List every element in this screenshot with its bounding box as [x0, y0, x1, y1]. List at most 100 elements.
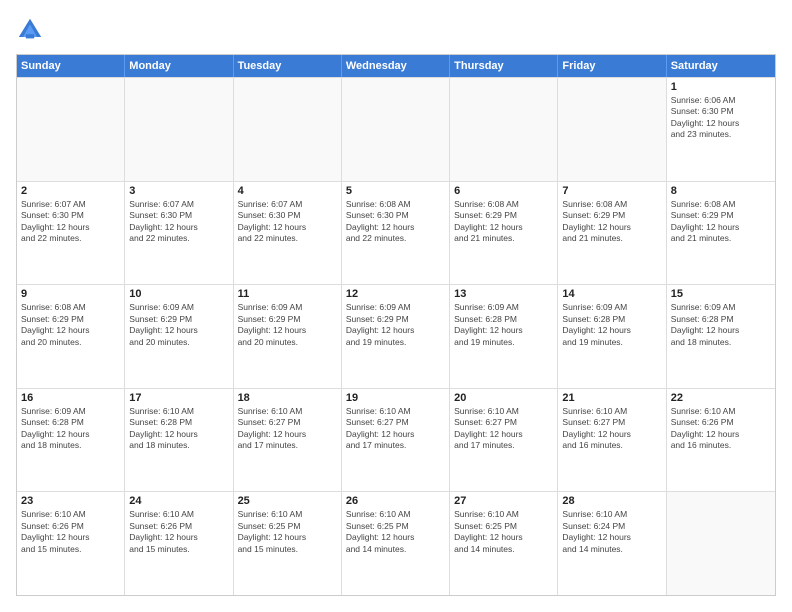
day-number: 16 — [21, 392, 120, 404]
header — [16, 16, 776, 44]
day-number: 18 — [238, 392, 337, 404]
day-number: 2 — [21, 185, 120, 197]
day-info: Sunrise: 6:07 AM Sunset: 6:30 PM Dayligh… — [238, 199, 337, 245]
day-number: 15 — [671, 288, 771, 300]
day-info: Sunrise: 6:10 AM Sunset: 6:28 PM Dayligh… — [129, 406, 228, 452]
cal-cell: 16 Sunrise: 6:09 AM Sunset: 6:28 PM Dayli… — [17, 389, 125, 492]
cal-cell: 17 Sunrise: 6:10 AM Sunset: 6:28 PM Dayli… — [125, 389, 233, 492]
cal-cell: 10 Sunrise: 6:09 AM Sunset: 6:29 PM Dayli… — [125, 285, 233, 388]
day-number: 27 — [454, 495, 553, 507]
day-info: Sunrise: 6:08 AM Sunset: 6:29 PM Dayligh… — [562, 199, 661, 245]
cal-cell: 25 Sunrise: 6:10 AM Sunset: 6:25 PM Dayli… — [234, 492, 342, 595]
day-info: Sunrise: 6:10 AM Sunset: 6:26 PM Dayligh… — [129, 509, 228, 555]
day-number: 5 — [346, 185, 445, 197]
day-info: Sunrise: 6:10 AM Sunset: 6:27 PM Dayligh… — [346, 406, 445, 452]
day-info: Sunrise: 6:10 AM Sunset: 6:26 PM Dayligh… — [21, 509, 120, 555]
cal-cell — [450, 78, 558, 181]
cal-cell: 1 Sunrise: 6:06 AM Sunset: 6:30 PM Daylig… — [667, 78, 775, 181]
cal-cell: 11 Sunrise: 6:09 AM Sunset: 6:29 PM Dayli… — [234, 285, 342, 388]
day-info: Sunrise: 6:09 AM Sunset: 6:28 PM Dayligh… — [454, 302, 553, 348]
header-day-monday: Monday — [125, 55, 233, 77]
cal-cell: 5 Sunrise: 6:08 AM Sunset: 6:30 PM Daylig… — [342, 182, 450, 285]
week-row-3: 16 Sunrise: 6:09 AM Sunset: 6:28 PM Dayli… — [17, 388, 775, 492]
day-info: Sunrise: 6:09 AM Sunset: 6:29 PM Dayligh… — [129, 302, 228, 348]
day-number: 26 — [346, 495, 445, 507]
logo — [16, 16, 48, 44]
day-number: 25 — [238, 495, 337, 507]
day-number: 24 — [129, 495, 228, 507]
day-number: 23 — [21, 495, 120, 507]
cal-cell — [17, 78, 125, 181]
day-number: 11 — [238, 288, 337, 300]
cal-cell: 23 Sunrise: 6:10 AM Sunset: 6:26 PM Dayli… — [17, 492, 125, 595]
calendar: SundayMondayTuesdayWednesdayThursdayFrid… — [16, 54, 776, 596]
day-number: 14 — [562, 288, 661, 300]
day-info: Sunrise: 6:07 AM Sunset: 6:30 PM Dayligh… — [129, 199, 228, 245]
day-number: 1 — [671, 81, 771, 93]
day-number: 9 — [21, 288, 120, 300]
cal-cell: 24 Sunrise: 6:10 AM Sunset: 6:26 PM Dayli… — [125, 492, 233, 595]
cal-cell: 13 Sunrise: 6:09 AM Sunset: 6:28 PM Dayli… — [450, 285, 558, 388]
cal-cell: 18 Sunrise: 6:10 AM Sunset: 6:27 PM Dayli… — [234, 389, 342, 492]
day-number: 19 — [346, 392, 445, 404]
cal-cell: 3 Sunrise: 6:07 AM Sunset: 6:30 PM Daylig… — [125, 182, 233, 285]
day-number: 7 — [562, 185, 661, 197]
cal-cell: 27 Sunrise: 6:10 AM Sunset: 6:25 PM Dayli… — [450, 492, 558, 595]
day-number: 13 — [454, 288, 553, 300]
cal-cell: 8Sunrise: 6:08 AM Sunset: 6:29 PM Daylig… — [667, 182, 775, 285]
week-row-2: 9 Sunrise: 6:08 AM Sunset: 6:29 PM Daylig… — [17, 284, 775, 388]
cal-cell: 14 Sunrise: 6:09 AM Sunset: 6:28 PM Dayli… — [558, 285, 666, 388]
logo-icon — [16, 16, 44, 44]
day-number: 21 — [562, 392, 661, 404]
cal-cell: 21 Sunrise: 6:10 AM Sunset: 6:27 PM Dayli… — [558, 389, 666, 492]
day-number: 10 — [129, 288, 228, 300]
day-info: Sunrise: 6:08 AM Sunset: 6:30 PM Dayligh… — [346, 199, 445, 245]
cal-cell: 7 Sunrise: 6:08 AM Sunset: 6:29 PM Daylig… — [558, 182, 666, 285]
day-info: Sunrise: 6:07 AM Sunset: 6:30 PM Dayligh… — [21, 199, 120, 245]
week-row-4: 23 Sunrise: 6:10 AM Sunset: 6:26 PM Dayli… — [17, 491, 775, 595]
day-info: Sunrise: 6:09 AM Sunset: 6:28 PM Dayligh… — [21, 406, 120, 452]
day-info: Sunrise: 6:08 AM Sunset: 6:29 PM Dayligh… — [21, 302, 120, 348]
cal-cell: 15Sunrise: 6:09 AM Sunset: 6:28 PM Dayli… — [667, 285, 775, 388]
day-number: 4 — [238, 185, 337, 197]
cal-cell — [667, 492, 775, 595]
day-info: Sunrise: 6:09 AM Sunset: 6:29 PM Dayligh… — [346, 302, 445, 348]
day-info: Sunrise: 6:09 AM Sunset: 6:28 PM Dayligh… — [562, 302, 661, 348]
calendar-body: 1 Sunrise: 6:06 AM Sunset: 6:30 PM Daylig… — [17, 77, 775, 595]
day-number: 22 — [671, 392, 771, 404]
day-info: Sunrise: 6:10 AM Sunset: 6:27 PM Dayligh… — [562, 406, 661, 452]
cal-cell — [342, 78, 450, 181]
day-info: Sunrise: 6:10 AM Sunset: 6:24 PM Dayligh… — [562, 509, 661, 555]
day-number: 20 — [454, 392, 553, 404]
day-info: Sunrise: 6:10 AM Sunset: 6:27 PM Dayligh… — [454, 406, 553, 452]
day-info: Sunrise: 6:06 AM Sunset: 6:30 PM Dayligh… — [671, 95, 771, 141]
header-day-friday: Friday — [558, 55, 666, 77]
cal-cell: 19 Sunrise: 6:10 AM Sunset: 6:27 PM Dayli… — [342, 389, 450, 492]
header-day-sunday: Sunday — [17, 55, 125, 77]
day-number: 28 — [562, 495, 661, 507]
cal-cell: 12 Sunrise: 6:09 AM Sunset: 6:29 PM Dayli… — [342, 285, 450, 388]
cal-cell: 20 Sunrise: 6:10 AM Sunset: 6:27 PM Dayli… — [450, 389, 558, 492]
day-info: Sunrise: 6:10 AM Sunset: 6:26 PM Dayligh… — [671, 406, 771, 452]
day-number: 17 — [129, 392, 228, 404]
cal-cell: 22 Sunrise: 6:10 AM Sunset: 6:26 PM Dayli… — [667, 389, 775, 492]
day-info: Sunrise: 6:10 AM Sunset: 6:25 PM Dayligh… — [238, 509, 337, 555]
calendar-header: SundayMondayTuesdayWednesdayThursdayFrid… — [17, 55, 775, 77]
day-info: Sunrise: 6:10 AM Sunset: 6:27 PM Dayligh… — [238, 406, 337, 452]
day-number: 3 — [129, 185, 228, 197]
page: SundayMondayTuesdayWednesdayThursdayFrid… — [0, 0, 792, 612]
day-info: Sunrise: 6:09 AM Sunset: 6:29 PM Dayligh… — [238, 302, 337, 348]
day-number: 6 — [454, 185, 553, 197]
cal-cell: 4 Sunrise: 6:07 AM Sunset: 6:30 PM Daylig… — [234, 182, 342, 285]
week-row-1: 2 Sunrise: 6:07 AM Sunset: 6:30 PM Daylig… — [17, 181, 775, 285]
cal-cell: 9 Sunrise: 6:08 AM Sunset: 6:29 PM Daylig… — [17, 285, 125, 388]
cal-cell — [125, 78, 233, 181]
day-info: Sunrise: 6:08 AM Sunset: 6:29 PM Dayligh… — [454, 199, 553, 245]
header-day-thursday: Thursday — [450, 55, 558, 77]
day-number: 12 — [346, 288, 445, 300]
cal-cell: 6 Sunrise: 6:08 AM Sunset: 6:29 PM Daylig… — [450, 182, 558, 285]
week-row-0: 1 Sunrise: 6:06 AM Sunset: 6:30 PM Daylig… — [17, 77, 775, 181]
header-day-wednesday: Wednesday — [342, 55, 450, 77]
cal-cell: 28 Sunrise: 6:10 AM Sunset: 6:24 PM Dayli… — [558, 492, 666, 595]
day-info: Sunrise: 6:10 AM Sunset: 6:25 PM Dayligh… — [454, 509, 553, 555]
